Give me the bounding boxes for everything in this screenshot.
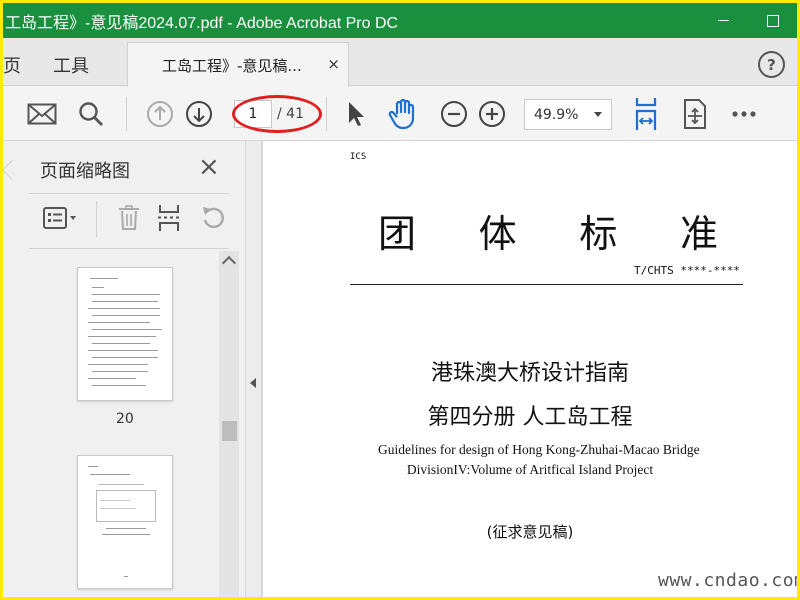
document-view: ICS 团 体 标 准 T/CHTS ****-**** 港珠澳大桥设计指南 第… xyxy=(261,141,797,597)
nav-tools[interactable]: 工具 xyxy=(53,52,89,78)
panel-title: 页面缩略图 xyxy=(40,161,130,182)
chinese-title-line2: 第四分册 人工岛工程 xyxy=(427,405,633,430)
delete-icon[interactable] xyxy=(112,203,146,233)
insert-pages-icon[interactable] xyxy=(153,203,187,233)
next-page-icon[interactable] xyxy=(184,99,214,129)
select-cursor-icon[interactable] xyxy=(341,99,371,129)
title-char: 团 xyxy=(378,212,417,256)
email-icon[interactable] xyxy=(27,99,57,129)
thumbnails-panel: 页面缩略图 × 20 xyxy=(3,141,246,597)
page-thumbnail[interactable] xyxy=(77,455,173,589)
english-title-line2: DivisionIV:Volume of Aritfical Island Pr… xyxy=(406,462,654,477)
panel-toolbar-divider xyxy=(96,201,97,237)
thumbnail-page-number: 20 xyxy=(116,411,134,427)
collapse-panel-icon[interactable] xyxy=(250,378,256,388)
zoom-in-icon[interactable] xyxy=(477,99,507,129)
document-tab-label: 工岛工程》-意见稿... xyxy=(162,56,302,75)
title-bar: 工岛工程》-意见稿2024.07.pdf - Adobe Acrobat Pro… xyxy=(3,3,797,38)
maximize-button[interactable] xyxy=(750,3,796,38)
minimize-button[interactable] xyxy=(700,3,746,38)
ics-code: ICS xyxy=(350,152,367,162)
document-tab[interactable]: 工岛工程》-意见稿... × xyxy=(127,42,349,87)
options-list-icon[interactable] xyxy=(43,203,77,233)
close-tab-button[interactable]: × xyxy=(327,55,340,73)
rotate-icon[interactable] xyxy=(196,203,230,233)
zoom-value: 49.9% xyxy=(534,106,579,123)
pdf-page: ICS 团 体 标 准 T/CHTS ****-**** 港珠澳大桥设计指南 第… xyxy=(263,141,797,597)
nav-home[interactable]: 页 xyxy=(3,52,21,78)
scroll-mode-icon[interactable] xyxy=(631,98,661,130)
title-char: 标 xyxy=(579,212,618,256)
thumbnail-scrollbar[interactable] xyxy=(219,251,239,597)
panel-divider xyxy=(29,193,229,194)
zoom-out-icon[interactable] xyxy=(439,99,469,129)
window-title: 工岛工程》-意见稿2024.07.pdf - Adobe Acrobat Pro… xyxy=(5,14,399,32)
page-thumbnail[interactable] xyxy=(77,267,173,401)
more-icon[interactable] xyxy=(729,99,759,129)
tab-bar: 页 工具 工岛工程》-意见稿... × ? xyxy=(3,38,797,87)
close-panel-button[interactable]: × xyxy=(198,154,220,180)
title-char: 准 xyxy=(679,212,718,256)
toolbar-divider xyxy=(326,97,327,131)
zoom-select[interactable]: 49.9% xyxy=(524,99,612,130)
toolbar: 1 / 41 49.9% xyxy=(3,87,797,141)
panel-divider xyxy=(29,248,229,249)
english-title-line1: Guidelines for design of Hong Kong-Zhuha… xyxy=(378,442,700,457)
fit-page-icon[interactable] xyxy=(680,99,710,129)
hand-tool-icon[interactable] xyxy=(388,98,418,130)
chinese-title-line1: 港珠澳大桥设计指南 xyxy=(430,361,629,386)
scroll-thumb[interactable] xyxy=(222,421,237,441)
toolbar-divider xyxy=(126,97,127,131)
site-watermark: www.cndao.com xyxy=(658,570,797,591)
acrobat-window: 工岛工程》-意见稿2024.07.pdf - Adobe Acrobat Pro… xyxy=(3,3,797,597)
panel-pointer xyxy=(3,160,22,180)
annotation-oval xyxy=(232,95,322,133)
standard-code: T/CHTS ****-**** xyxy=(634,264,740,277)
search-icon[interactable] xyxy=(76,99,106,129)
header-rule xyxy=(350,284,743,285)
title-char: 体 xyxy=(478,212,517,256)
standard-type-title: 团 体 标 准 xyxy=(378,203,718,258)
scroll-up-icon[interactable] xyxy=(221,255,237,271)
prev-page-icon[interactable] xyxy=(145,99,175,129)
thumbnail-list: 20 xyxy=(29,251,219,597)
chevron-down-icon xyxy=(594,112,602,117)
panel-splitter[interactable] xyxy=(246,141,261,597)
draft-label: (征求意见稿) xyxy=(486,523,574,541)
help-icon[interactable]: ? xyxy=(758,51,785,78)
